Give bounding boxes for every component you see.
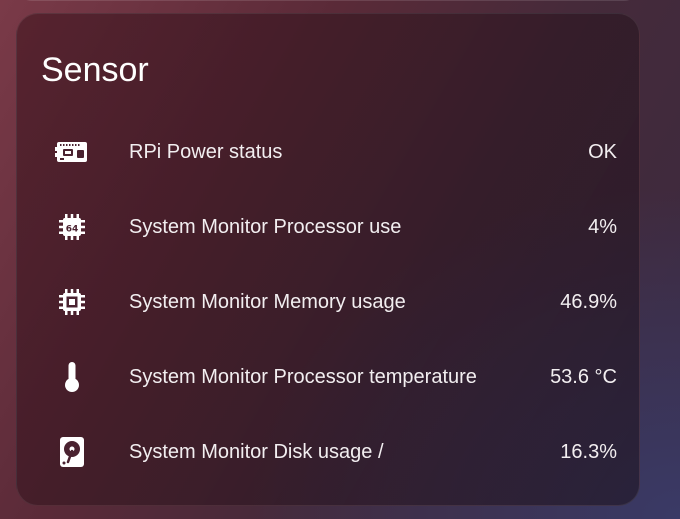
svg-text:64: 64 — [66, 225, 79, 235]
thermometer-icon — [55, 362, 89, 392]
cpu-64-bit-icon: 64 — [55, 212, 89, 242]
entity-state: OK — [588, 141, 617, 163]
card-title: Sensor — [41, 51, 149, 89]
entity-state: 16.3% — [560, 441, 617, 463]
entity-name: System Monitor Processor temperature — [129, 366, 477, 388]
raspberry-pi-board-icon — [55, 137, 89, 167]
entity-state: 4% — [588, 216, 617, 238]
entity-row-processor-temperature[interactable]: System Monitor Processor temperature 53.… — [17, 357, 641, 397]
entity-row-memory-usage[interactable]: System Monitor Memory usage 46.9% — [17, 282, 641, 322]
entity-state: 53.6 °C — [550, 366, 617, 388]
harddisk-icon — [55, 437, 89, 467]
entity-row-processor-use[interactable]: 64 System Monitor Processor use 4% — [17, 207, 641, 247]
entity-name: System Monitor Disk usage / — [129, 441, 384, 463]
entity-name: System Monitor Processor use — [129, 216, 402, 238]
previous-card-edge — [16, 0, 640, 1]
entity-name: System Monitor Memory usage — [129, 291, 406, 313]
entity-name: RPi Power status — [129, 141, 283, 163]
sensor-card: Sensor RPi Power status OK 64 System Mon… — [16, 13, 640, 506]
entity-row-rpi-power-status[interactable]: RPi Power status OK — [17, 132, 641, 172]
memory-chip-icon — [55, 287, 89, 317]
entity-state: 46.9% — [560, 291, 617, 313]
entity-row-disk-usage[interactable]: System Monitor Disk usage / 16.3% — [17, 432, 641, 472]
